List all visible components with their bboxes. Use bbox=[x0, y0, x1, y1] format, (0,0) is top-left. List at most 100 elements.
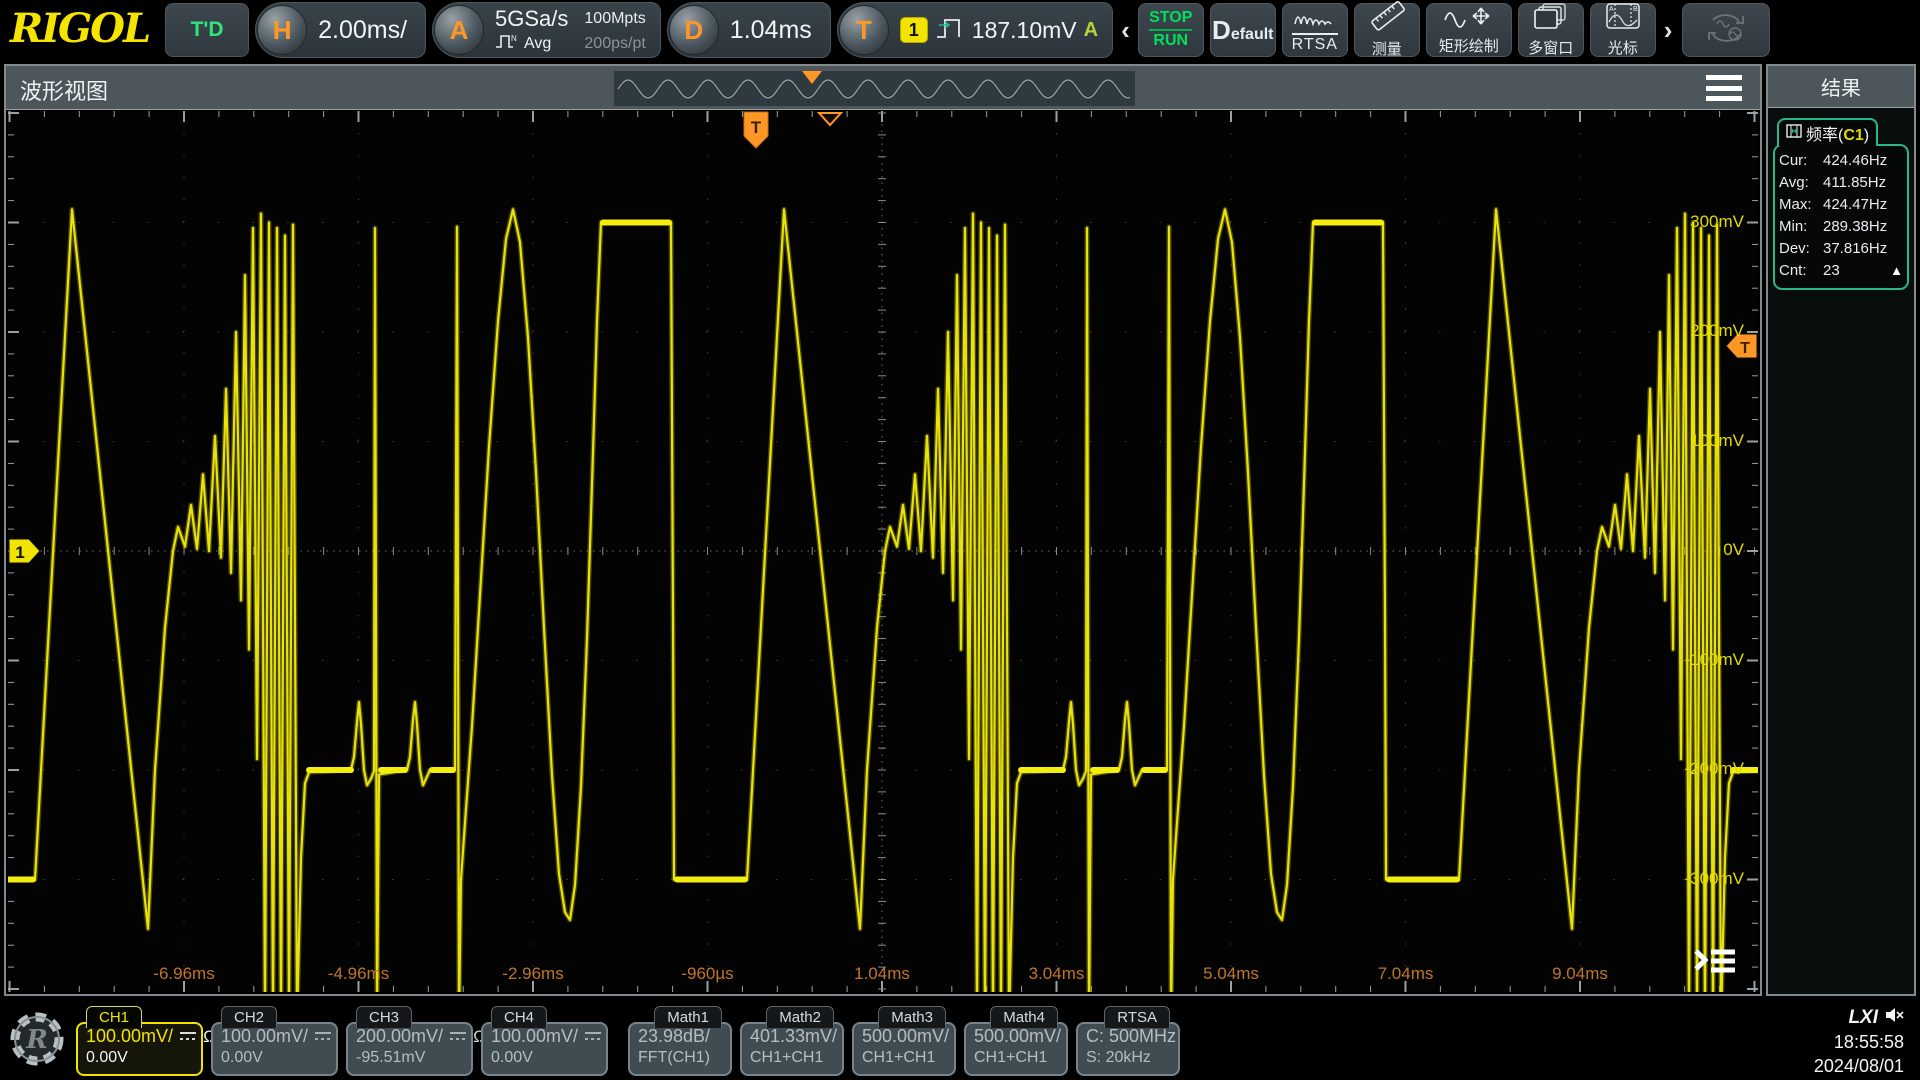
default-button[interactable]: Default bbox=[1210, 3, 1276, 57]
math-card-math4-tab[interactable]: Math4 bbox=[990, 1006, 1058, 1028]
horizontal-knob[interactable]: H bbox=[257, 5, 307, 55]
dc-coupling-icon bbox=[449, 1026, 467, 1047]
math-card-math3-tab[interactable]: Math3 bbox=[878, 1006, 946, 1028]
channel-card-ch1[interactable]: CH1100.00mV/Ω0.00V bbox=[76, 1006, 203, 1076]
waveform-menu-icon[interactable] bbox=[1706, 75, 1742, 101]
horizontal-knob-group[interactable]: H 2.00ms/ bbox=[255, 2, 426, 58]
rtsa-card-body[interactable]: C: 500MHzS: 20kHz bbox=[1076, 1022, 1180, 1076]
scale-value: 200.00mV/ bbox=[356, 1026, 443, 1047]
channel-card-ch2-tab[interactable]: CH2 bbox=[221, 1006, 277, 1028]
math-card-math4[interactable]: Math4500.00mV/CH1+CH1 bbox=[964, 1006, 1068, 1076]
math-card-math1-body[interactable]: 23.98dB/FFT(CH1) bbox=[628, 1022, 732, 1076]
svg-text:T: T bbox=[1740, 340, 1750, 357]
scale-value: 23.98dB/ bbox=[638, 1026, 710, 1047]
rigol-logo: RIGOL bbox=[4, 5, 159, 56]
graticule[interactable]: T 1 T -6.96ms-4.96ms-2.96ms-960µs1.04ms3… bbox=[8, 111, 1758, 992]
ruler-icon bbox=[1367, 1, 1407, 35]
acquisition-knob[interactable]: A bbox=[434, 5, 484, 55]
math-card-math1[interactable]: Math123.98dB/FFT(CH1) bbox=[628, 1006, 732, 1076]
sample-rate: 5GSa/s bbox=[495, 6, 568, 32]
dc-coupling-icon bbox=[584, 1026, 602, 1047]
scale-value: 401.33mV/ bbox=[750, 1026, 837, 1047]
math-card-math2[interactable]: Math2401.33mV/CH1+CH1 bbox=[740, 1006, 844, 1076]
channel1-level-marker[interactable]: 1 bbox=[8, 537, 42, 570]
bottom-bar: R CH1100.00mV/Ω0.00VCH2100.00mV/0.00VCH3… bbox=[0, 1000, 1920, 1080]
rtsa-label: RTSA bbox=[1292, 33, 1338, 54]
math-card-math3[interactable]: Math3500.00mV/CH1+CH1 bbox=[852, 1006, 956, 1076]
math-card-math2-tab[interactable]: Math2 bbox=[766, 1006, 834, 1028]
collapse-icon[interactable]: ▲ bbox=[1890, 260, 1903, 282]
speaker-muted-icon[interactable] bbox=[1884, 1006, 1904, 1030]
scale-value: 500.00mV/ bbox=[974, 1026, 1061, 1047]
acq-mode: Avg bbox=[524, 35, 551, 53]
svg-text:1: 1 bbox=[15, 543, 24, 562]
delay-knob-group[interactable]: D 1.04ms bbox=[667, 2, 831, 58]
dc-coupling-icon bbox=[314, 1026, 332, 1047]
toolbar-back-chevron[interactable]: ‹ bbox=[1119, 15, 1132, 46]
toolbar-forward-chevron[interactable]: › bbox=[1662, 15, 1675, 46]
loop-arrows-icon bbox=[1699, 10, 1753, 50]
memory-overview-ribbon[interactable] bbox=[614, 71, 1135, 106]
math-card-math1-tab[interactable]: Math1 bbox=[654, 1006, 722, 1028]
run-stop-button[interactable]: STOP RUN bbox=[1138, 3, 1204, 57]
multi-window-button[interactable]: 多窗口 bbox=[1518, 3, 1584, 57]
math-card-math4-body[interactable]: 500.00mV/CH1+CH1 bbox=[964, 1022, 1068, 1076]
rect-draw-button[interactable]: 矩形绘制 bbox=[1426, 3, 1512, 57]
measurement-icon bbox=[1786, 123, 1802, 144]
delay-knob[interactable]: D bbox=[669, 5, 719, 55]
mode-switch-button[interactable] bbox=[1682, 3, 1770, 57]
scale-value: 100.00mV/ bbox=[221, 1026, 308, 1047]
scale-value: 100.00mV/ bbox=[491, 1026, 578, 1047]
svg-text:A: A bbox=[1609, 6, 1614, 13]
waveform-view-title: 波形视图 bbox=[20, 74, 108, 106]
math-card-math2-body[interactable]: 401.33mV/CH1+CH1 bbox=[740, 1022, 844, 1076]
math-card-math3-body[interactable]: 500.00mV/CH1+CH1 bbox=[852, 1022, 956, 1076]
trigger-knob-group[interactable]: T 1 187.10mV A bbox=[837, 2, 1113, 58]
channel-card-ch2[interactable]: CH2100.00mV/0.00V bbox=[211, 1006, 338, 1076]
voltage-axis-label: 200mV bbox=[1690, 321, 1744, 341]
trigger-coupling: A bbox=[1084, 19, 1098, 42]
time-axis-label: 3.04ms bbox=[1029, 964, 1085, 984]
cursor-button[interactable]: AB 光标 bbox=[1590, 3, 1656, 57]
run-label: RUN bbox=[1149, 33, 1192, 50]
rigol-gear-logo[interactable]: R bbox=[6, 1006, 68, 1072]
measurement-card[interactable]: 频率(C1) Cur:424.46Hz Avg:411.85Hz Max:424… bbox=[1773, 144, 1909, 290]
channel-card-ch3[interactable]: CH3200.00mV/Ω-95.51mV bbox=[346, 1006, 473, 1076]
rtsa-button[interactable]: RTSA bbox=[1282, 3, 1348, 57]
time-axis-label: 5.04ms bbox=[1203, 964, 1259, 984]
voltage-axis-label: 0V bbox=[1723, 540, 1744, 560]
trigger-time-flag[interactable]: T bbox=[741, 111, 771, 154]
channel-card-ch3-body[interactable]: 200.00mV/Ω-95.51mV bbox=[346, 1022, 473, 1076]
offset-value: 0.00V bbox=[86, 1049, 193, 1067]
time-axis-label: 9.04ms bbox=[1552, 964, 1608, 984]
rtsa-card[interactable]: RTSAC: 500MHzS: 20kHz bbox=[1076, 1006, 1180, 1076]
channel-card-ch1-tab[interactable]: CH1 bbox=[86, 1006, 142, 1028]
channel-card-ch1-body[interactable]: 100.00mV/Ω0.00V bbox=[76, 1022, 203, 1076]
time-axis-label: -2.96ms bbox=[502, 964, 563, 984]
quick-menu-icon[interactable] bbox=[1692, 943, 1738, 982]
channel-card-ch3-tab[interactable]: CH3 bbox=[356, 1006, 412, 1028]
voltage-axis-label: -200mV bbox=[1684, 759, 1744, 779]
measure-button[interactable]: 测量 bbox=[1354, 3, 1420, 57]
ribbon-position-marker[interactable] bbox=[802, 71, 822, 84]
result-row: Cnt:23 ▲ bbox=[1779, 260, 1903, 282]
rtsa-card-tab[interactable]: RTSA bbox=[1104, 1006, 1170, 1028]
lxi-logo: LXI bbox=[1848, 1007, 1878, 1029]
scale-value: 100.00mV/ bbox=[86, 1026, 173, 1047]
channel-card-ch4-tab[interactable]: CH4 bbox=[491, 1006, 547, 1028]
trigger-knob[interactable]: T bbox=[839, 5, 889, 55]
result-row: Min:289.38Hz bbox=[1779, 216, 1903, 238]
waveform-titlebar: 波形视图 bbox=[6, 66, 1760, 110]
channel-card-ch4-body[interactable]: 100.00mV/0.00V bbox=[481, 1022, 608, 1076]
trigger-position-triangle[interactable] bbox=[817, 111, 843, 132]
channel-card-ch2-body[interactable]: 100.00mV/0.00V bbox=[211, 1022, 338, 1076]
result-row: Dev:37.816Hz bbox=[1779, 238, 1903, 260]
sine-move-icon bbox=[1443, 4, 1495, 32]
acquisition-knob-group[interactable]: A 5GSa/s 100Mpts N Avg 200ps/pt bbox=[432, 2, 661, 58]
offset-value: 0.00V bbox=[491, 1049, 598, 1067]
resolution: 200ps/pt bbox=[584, 35, 645, 53]
measurement-tab[interactable]: 频率(C1) bbox=[1777, 118, 1878, 146]
channel-card-ch4[interactable]: CH4100.00mV/0.00V bbox=[481, 1006, 608, 1076]
scale-value: C: 500MHz bbox=[1086, 1026, 1176, 1047]
result-row: Avg:411.85Hz bbox=[1779, 172, 1903, 194]
